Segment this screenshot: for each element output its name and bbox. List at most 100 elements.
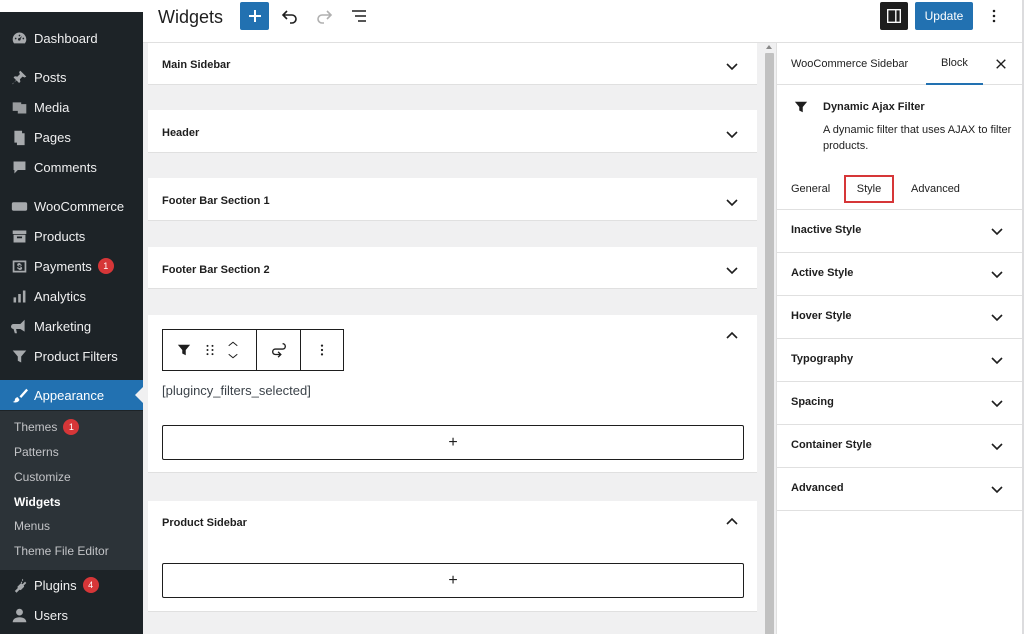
submenu-item-customize[interactable]: Customize [14,467,71,487]
top-strip [0,0,143,12]
menu-label: Marketing [34,318,92,334]
chevron-down-icon[interactable] [725,59,739,73]
pin-icon [0,69,34,86]
tab-advanced[interactable]: Advanced [911,175,960,203]
more-vertical-icon[interactable] [314,342,330,358]
submenu-label: Menus [14,519,51,533]
submenu-item-patterns[interactable]: Patterns [14,442,59,462]
plus-icon: + [448,571,458,589]
menu-label: Pages [34,129,71,145]
user-icon [0,607,34,624]
menu-item-dashboard[interactable]: Dashboard [0,23,143,53]
dollar-icon [0,258,34,275]
redo-button[interactable] [311,3,337,29]
undo-button[interactable] [277,3,303,29]
move-up-icon[interactable] [227,340,239,348]
pages-icon [0,129,34,146]
canvas-scrollbar[interactable] [763,43,776,634]
menu-label: Appearance [34,387,105,403]
chevron-up-icon[interactable] [725,329,739,343]
section-label: Typography [791,353,854,365]
tab-style[interactable]: Style [844,175,894,203]
list-view-button[interactable] [346,3,372,29]
brush-icon [0,387,34,404]
menu-item-plugins[interactable]: Plugins 4 [0,570,143,600]
close-settings-button[interactable] [992,55,1010,73]
chevron-down-icon[interactable] [725,127,739,141]
section-label: Inactive Style [791,224,862,236]
tab-woocommerce-sidebar[interactable]: WooCommerce Sidebar [791,43,908,85]
settings-toggle-button[interactable] [880,2,908,30]
menu-item-payments[interactable]: Payments 1 [0,251,143,281]
tab-general[interactable]: General [791,175,830,203]
submenu-item-themes[interactable]: Themes 1 [14,417,80,437]
menu-item-comments[interactable]: Comments [0,152,143,182]
plus-icon [248,10,261,22]
submenu-item-widgets[interactable]: Widgets [14,492,61,512]
menu-item-appearance[interactable]: Appearance [0,380,143,410]
chevron-down-icon[interactable] [725,263,739,277]
submenu-item-theme-file-editor[interactable]: Theme File Editor [14,541,109,561]
move-down-icon[interactable] [227,352,239,360]
menu-item-media[interactable]: Media [0,92,143,122]
add-block-appender[interactable]: + [162,563,744,598]
tab-block[interactable]: Block [926,43,983,85]
page-title: Widgets [158,7,224,27]
menu-label: Products [34,228,86,244]
widget-area-title: Footer Bar Section 2 [162,264,270,276]
menu-label: Posts [34,69,67,85]
chevron-up-icon[interactable] [725,515,739,529]
widget-area-expanded: [plugincy_filters_selected] + [148,315,757,473]
section-container-style[interactable]: Container Style [777,424,1024,467]
list-view-icon [352,10,366,22]
options-menu-button[interactable] [981,3,1007,29]
block-toolbar [162,329,344,371]
add-block-button[interactable] [240,2,269,30]
widget-area-title: Footer Bar Section 1 [162,195,270,207]
chevron-down-icon [990,353,1004,367]
widgets-canvas: Main Sidebar Header Footer Bar Section 1… [143,43,776,634]
woo-icon [0,198,34,215]
section-label: Spacing [791,396,834,408]
menu-item-marketing[interactable]: Marketing [0,311,143,341]
notification-badge: 1 [63,419,80,435]
scrollbar-thumb[interactable] [765,53,774,634]
menu-item-analytics[interactable]: Analytics [0,281,143,311]
transform-icon[interactable] [270,341,288,359]
section-active-style[interactable]: Active Style [777,252,1024,295]
block-toolbar-group [163,330,257,370]
add-block-appender[interactable]: + [162,425,744,460]
widget-area-header[interactable]: Header [148,110,757,153]
menu-item-product-filters[interactable]: Product Filters [0,341,143,371]
menu-item-products[interactable]: Products [0,221,143,251]
block-toolbar-group [257,330,301,370]
submenu-label: Themes [14,420,58,434]
widget-area-title: Main Sidebar [162,59,231,71]
section-typography[interactable]: Typography [777,338,1024,381]
shortcode-block[interactable]: [plugincy_filters_selected] [162,383,311,398]
widget-area-footer-bar-section-2[interactable]: Footer Bar Section 2 [148,247,757,289]
submenu-label: Theme File Editor [14,544,109,558]
chevron-down-icon[interactable] [725,195,739,209]
menu-item-pages[interactable]: Pages [0,122,143,152]
appearance-submenu: Themes 1 Patterns Customize Widgets Menu… [0,411,143,570]
section-spacing[interactable]: Spacing [777,381,1024,424]
menu-item-woocommerce[interactable]: WooCommerce [0,191,143,221]
scroll-up-arrow[interactable] [766,45,772,49]
update-button[interactable]: Update [915,2,973,30]
widget-area-main-sidebar[interactable]: Main Sidebar [148,43,757,85]
filter-icon[interactable] [175,343,193,357]
section-label: Hover Style [791,310,852,322]
filter-icon [0,348,34,365]
submenu-item-menus[interactable]: Menus [14,516,50,536]
menu-item-users[interactable]: Users [0,600,143,630]
menu-item-posts[interactable]: Posts [0,62,143,92]
section-advanced[interactable]: Advanced [777,467,1024,510]
chevron-down-icon [990,224,1004,238]
drag-handle-icon[interactable] [199,343,221,357]
notification-badge: 4 [82,577,99,593]
widget-area-footer-bar-section-1[interactable]: Footer Bar Section 1 [148,178,757,221]
section-hover-style[interactable]: Hover Style [777,295,1024,338]
section-inactive-style[interactable]: Inactive Style [777,209,1024,252]
submenu-label: Customize [14,470,71,484]
